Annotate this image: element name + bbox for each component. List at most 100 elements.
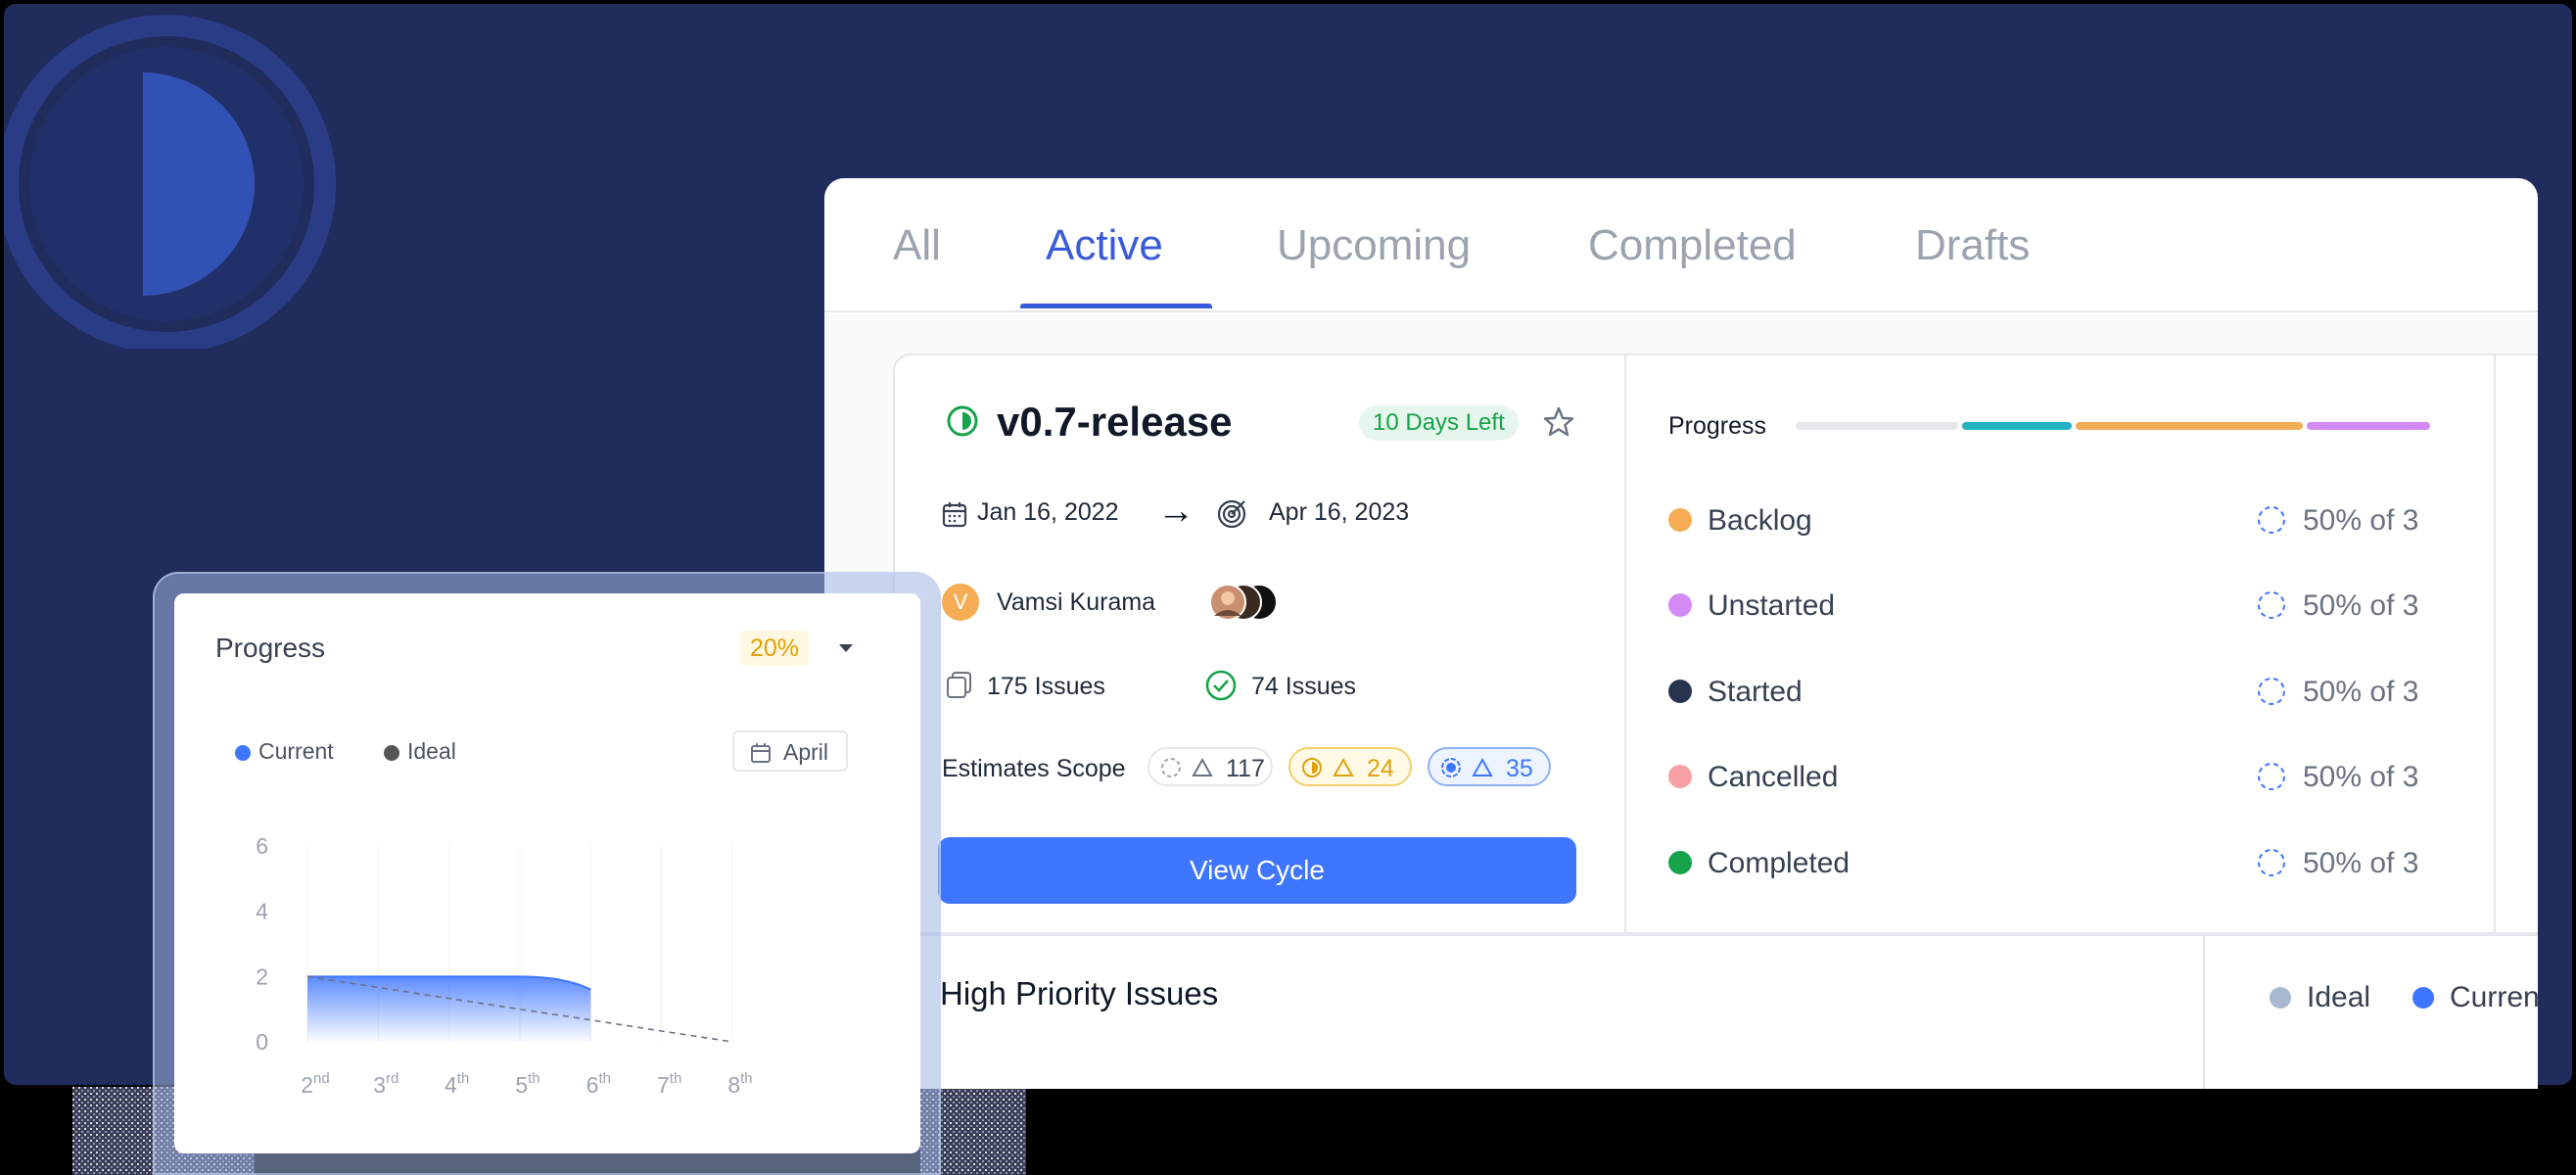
ideal-dot-icon: [384, 745, 399, 761]
estimates-scope-label: Estimates Scope: [942, 755, 1126, 782]
state-row-started[interactable]: Started 50% of 3: [1668, 672, 2442, 711]
completed-issues: 74 Issues: [1251, 673, 1357, 700]
target-icon: [1217, 499, 1246, 529]
triangle-icon: [1333, 757, 1354, 776]
started-dot-icon: [1668, 680, 1692, 703]
cycle-name[interactable]: v0.7-release: [997, 399, 1233, 446]
card-divider: [2494, 355, 2496, 936]
state-name: Unstarted: [1708, 589, 1836, 622]
estimate-pill-started: 24: [1288, 747, 1412, 786]
current-series-area: [307, 976, 591, 1042]
estimate-value: 117: [1226, 755, 1265, 782]
x-tick-label: 2nd: [301, 1070, 329, 1098]
assignee-avatars[interactable]: [1206, 583, 1294, 622]
y-tick-label: 0: [256, 1029, 268, 1055]
completed-dot-icon: [1668, 851, 1692, 874]
state-row-backlog[interactable]: Backlog 50% of 3: [1668, 500, 2442, 540]
progress-card: Progress 20% Current Ideal April 6 4 2 0 2n…: [174, 593, 920, 1153]
view-cycle-button[interactable]: View Cycle: [938, 837, 1576, 904]
x-tick-label: 6th: [586, 1070, 611, 1098]
tab-completed[interactable]: Completed: [1588, 221, 1797, 270]
date-arrow: →: [1157, 491, 1194, 532]
legend-label: Curren: [2450, 981, 2538, 1013]
backlog-dot-icon: [1668, 508, 1692, 532]
star-icon[interactable]: [1541, 404, 1576, 440]
x-tick-label: 5th: [515, 1070, 539, 1098]
state-value: 50% of 3: [2303, 589, 2419, 622]
state-name: Completed: [1708, 847, 1850, 879]
progress-bar-segment: [1796, 422, 1958, 430]
owner-name: Vamsi Kurama: [997, 588, 1156, 616]
dashed-circle-icon: [2258, 506, 2285, 534]
tab-upcoming[interactable]: Upcoming: [1277, 221, 1471, 270]
state-value: 50% of 3: [2303, 676, 2419, 708]
cycles-panel: All Active Upcoming Completed Drafts v0.…: [824, 178, 2538, 1089]
progress-card-title: Progress: [215, 633, 326, 663]
state-row-completed[interactable]: Completed 50% of 3: [1668, 843, 2442, 882]
estimate-value: 35: [1506, 755, 1533, 782]
dashed-circle-icon: [2258, 763, 2285, 790]
layers-icon: [947, 672, 971, 698]
y-tick-label: 2: [256, 964, 268, 989]
x-tick-label: 8th: [727, 1070, 752, 1098]
active-tab-indicator: [1020, 304, 1212, 308]
estimate-pill-unstarted: 117: [1147, 747, 1273, 786]
legend-label: Ideal: [407, 738, 456, 764]
state-name: Backlog: [1708, 504, 1812, 537]
high-priority-section: High Priority Issues Ideal Curren: [824, 934, 2538, 1089]
half-circle-icon: [1302, 758, 1322, 777]
state-name: Cancelled: [1708, 761, 1839, 793]
dashed-circle-icon: [1161, 758, 1181, 777]
month-picker[interactable]: April: [732, 730, 848, 772]
ideal-dot-icon: [2270, 987, 2291, 1009]
current-dot-icon: [2412, 987, 2434, 1009]
state-row-unstarted[interactable]: Unstarted 50% of 3: [1668, 586, 2442, 625]
month-label: April: [783, 739, 829, 765]
state-value: 50% of 3: [2303, 847, 2419, 879]
triangle-icon: [1192, 757, 1213, 776]
y-tick-label: 4: [256, 899, 268, 924]
dashed-circle-icon: [2258, 849, 2285, 876]
legend-label: Current: [258, 738, 334, 764]
progress-bar-segment: [2307, 422, 2430, 430]
check-circle-icon: [1205, 670, 1237, 701]
tab-all[interactable]: All: [893, 221, 941, 270]
dashed-circle-icon: [2258, 591, 2285, 619]
high-priority-title: High Priority Issues: [940, 975, 1219, 1011]
avatar: V: [942, 584, 979, 621]
progress-title: Progress: [1668, 412, 1767, 440]
triangle-icon: [1472, 757, 1493, 776]
plane-logo-icon: [4, 15, 336, 349]
estimate-value: 24: [1367, 755, 1394, 782]
progress-bar-segment: [2076, 422, 2303, 430]
x-tick-label: 4th: [445, 1070, 469, 1098]
card-divider: [1624, 355, 1626, 936]
x-tick-label: 7th: [657, 1070, 681, 1098]
cycle-content: v0.7-release 10 Days Left Jan 16, 2022 →: [824, 314, 2538, 1089]
state-row-cancelled[interactable]: Cancelled 50% of 3: [1668, 757, 2442, 796]
estimate-pill-completed: 35: [1428, 747, 1551, 786]
section-divider: [2203, 936, 2205, 1089]
current-dot-icon: [235, 745, 251, 761]
y-tick-label: 6: [256, 833, 268, 859]
state-value: 50% of 3: [2303, 504, 2419, 537]
calendar-icon: [751, 743, 771, 763]
cycle-status-icon: [947, 405, 978, 437]
calendar-icon: [942, 502, 967, 528]
cycle-card: v0.7-release 10 Days Left Jan 16, 2022 →: [893, 353, 2538, 936]
legend-label: Ideal: [2307, 981, 2371, 1013]
burndown-chart: 6 4 2 0 2nd 3rd 4th 5th 6th 7th 8th: [256, 833, 752, 1098]
dashed-circle-icon: [2258, 678, 2285, 705]
end-date[interactable]: Apr 16, 2023: [1269, 498, 1409, 527]
state-value: 50% of 3: [2303, 761, 2419, 793]
start-date[interactable]: Jan 16, 2022: [977, 498, 1119, 527]
days-left-badge: 10 Days Left: [1359, 405, 1519, 441]
progress-percent-badge: 20%: [740, 631, 810, 666]
tab-drafts[interactable]: Drafts: [1915, 221, 2030, 270]
total-issues: 175 Issues: [987, 673, 1105, 700]
unstarted-dot-icon: [1668, 593, 1692, 617]
tab-active[interactable]: Active: [1046, 221, 1163, 270]
chevron-down-icon[interactable]: [836, 640, 856, 656]
progress-bar-segment: [1962, 422, 2072, 430]
x-tick-label: 3rd: [373, 1070, 398, 1098]
